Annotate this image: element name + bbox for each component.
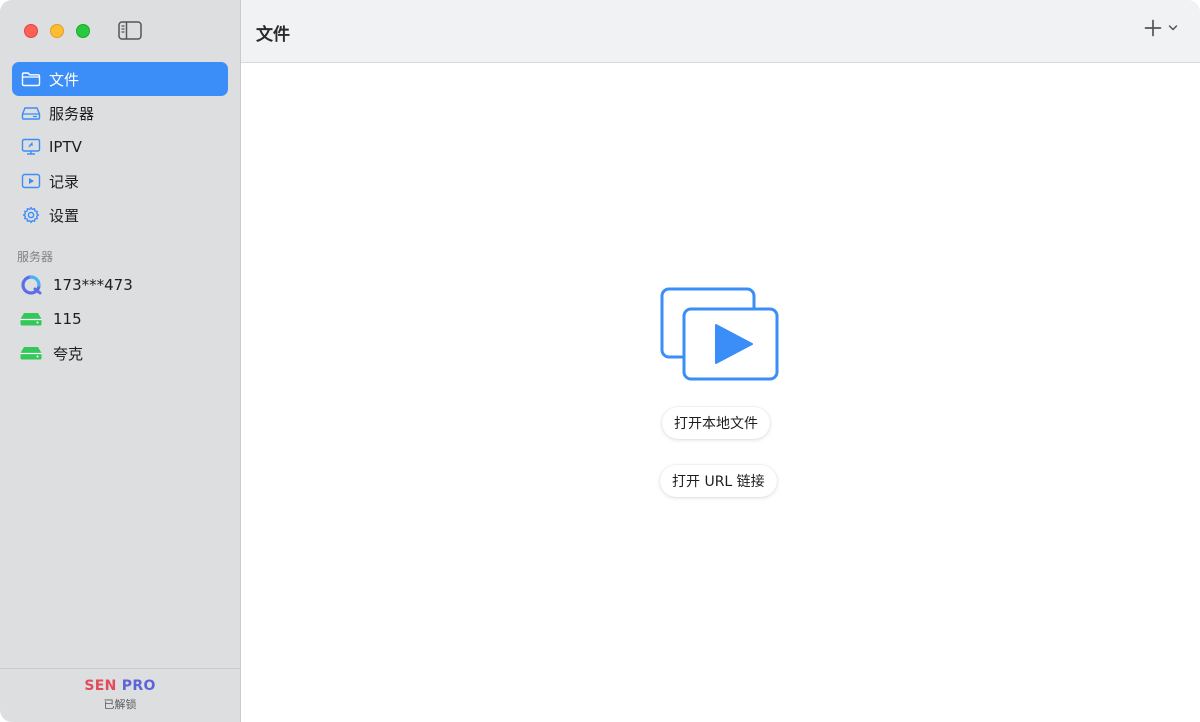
brand-sen: SEN xyxy=(84,678,117,694)
sidebar-item-label: 设置 xyxy=(49,206,80,225)
license-status: 已解锁 xyxy=(103,698,137,711)
sidebar-item-history[interactable]: 记录 xyxy=(12,164,228,198)
sidebar-item-files[interactable]: 文件 xyxy=(12,62,228,96)
close-window-button[interactable] xyxy=(24,24,38,38)
add-menu-button[interactable] xyxy=(1144,19,1178,37)
sidebar-item-iptv[interactable]: IPTV xyxy=(12,130,228,164)
green-drive-icon xyxy=(19,341,43,365)
window-controls xyxy=(24,24,90,38)
toolbar: 文件 xyxy=(241,0,1200,63)
server-label: 115 xyxy=(53,310,82,328)
brand-title: SEN PRO xyxy=(0,678,240,694)
sidebar-toggle-icon[interactable] xyxy=(118,21,142,40)
tv-icon xyxy=(21,137,41,157)
sidebar-nav: 文件 服务器 IPTV 记录 设置 xyxy=(12,62,228,232)
folder-icon xyxy=(21,69,41,89)
plus-icon xyxy=(1144,19,1162,37)
sidebar-item-settings[interactable]: 设置 xyxy=(12,198,228,232)
gear-icon xyxy=(21,205,41,225)
server-item[interactable]: 173***473 xyxy=(12,268,228,302)
sidebar: 文件 服务器 IPTV 记录 设置 服务器 173***473 115 夸克 S… xyxy=(0,0,241,722)
play-square-icon xyxy=(21,171,41,191)
server-label: 173***473 xyxy=(53,276,133,294)
sidebar-item-label: 文件 xyxy=(49,70,80,89)
open-url-button[interactable]: 打开 URL 链接 xyxy=(660,465,777,497)
servers-section-label: 服务器 xyxy=(17,250,54,264)
server-icon xyxy=(21,103,41,123)
sidebar-item-servers[interactable]: 服务器 xyxy=(12,96,228,130)
page-title: 文件 xyxy=(256,25,290,45)
brand-pro: PRO xyxy=(121,678,156,694)
main-content: 打开本地文件 打开 URL 链接 xyxy=(241,63,1200,722)
sidebar-item-label: 服务器 xyxy=(49,104,95,123)
maximize-window-button[interactable] xyxy=(76,24,90,38)
green-drive-icon xyxy=(19,307,43,331)
server-list: 173***473 115 夸克 xyxy=(12,268,228,370)
sidebar-item-label: IPTV xyxy=(49,138,82,156)
open-local-file-button[interactable]: 打开本地文件 xyxy=(662,407,770,439)
server-item[interactable]: 夸克 xyxy=(12,336,228,370)
server-label: 夸克 xyxy=(53,344,84,363)
minimize-window-button[interactable] xyxy=(50,24,64,38)
sidebar-item-label: 记录 xyxy=(49,172,80,191)
cloud-drive-icon xyxy=(19,273,43,297)
app-window: 文件 服务器 IPTV 记录 设置 服务器 173***473 115 夸克 S… xyxy=(0,0,1200,722)
video-files-icon xyxy=(660,287,779,381)
server-item[interactable]: 115 xyxy=(12,302,228,336)
license-footer[interactable]: SEN PRO 已解锁 xyxy=(0,668,240,722)
chevron-down-icon xyxy=(1168,25,1178,31)
